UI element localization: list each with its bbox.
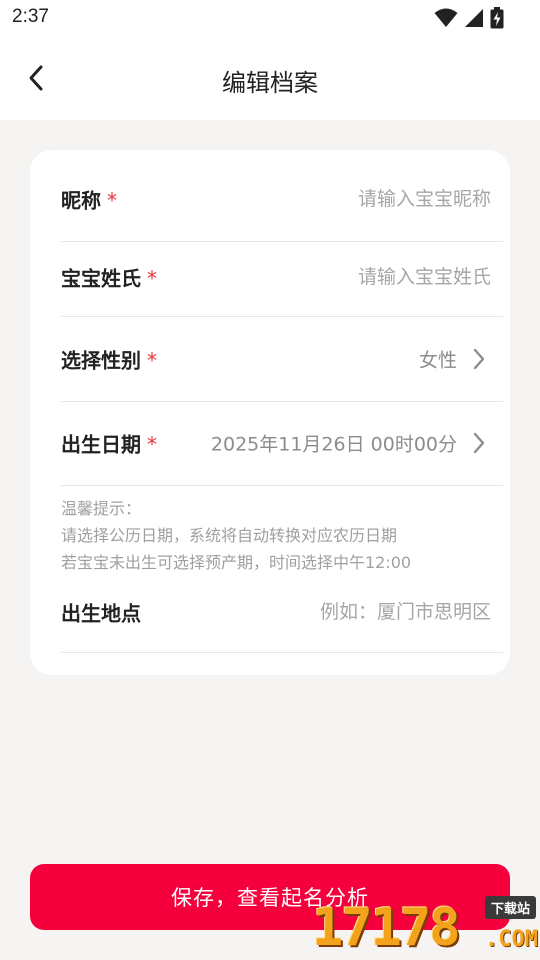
gender-label: 选择性别 * — [61, 348, 157, 373]
chevron-right-icon — [473, 348, 485, 370]
surname-row[interactable]: 宝宝姓氏 * — [61, 237, 503, 317]
required-mark: * — [147, 348, 157, 373]
surname-input[interactable] — [251, 265, 491, 288]
status-icons — [434, 7, 504, 29]
required-mark: * — [147, 432, 157, 457]
watermark-suffix: .COM — [485, 927, 538, 952]
surname-label: 宝宝姓氏 * — [61, 266, 157, 290]
birthplace-row[interactable]: 出生地点 — [61, 571, 503, 653]
birthplace-input[interactable] — [251, 600, 491, 623]
header: 编辑档案 — [0, 36, 540, 120]
required-mark: * — [147, 266, 157, 290]
tips-line: 请选择公历日期，系统将自动转换对应农历日期 — [61, 526, 398, 545]
site-watermark: 下载站 17178 .COM — [312, 896, 538, 956]
profile-form-card: 昵称* 宝宝姓氏* 选择性别* 女性 出生日期* 2025年11月26日 00时… — [30, 150, 510, 675]
tips-title: 温馨提示： — [61, 499, 142, 518]
gender-select-row[interactable]: 选择性别 * 女性 — [61, 317, 503, 402]
required-mark: * — [107, 188, 117, 213]
gender-value: 女性 — [418, 349, 457, 372]
wifi-icon — [434, 8, 458, 27]
signal-icon — [465, 9, 483, 27]
birthplace-label: 出生地点 — [61, 601, 141, 625]
birth-date-select-row[interactable]: 出生日期 * 2025年11月26日 00时00分 — [61, 401, 503, 486]
birth-date-label: 出生日期 * — [61, 432, 157, 457]
battery-charging-icon — [490, 7, 504, 29]
status-time: 2:37 — [12, 6, 49, 27]
birth-date-value: 2025年11月26日 00时00分 — [210, 433, 457, 456]
watermark-digits: 17178 — [312, 898, 461, 958]
nickname-row[interactable]: 昵称 * — [61, 157, 503, 242]
nickname-input[interactable] — [251, 188, 491, 210]
nickname-label: 昵称 * — [61, 188, 117, 213]
page-title: 编辑档案 — [222, 69, 318, 97]
watermark-badge: 下载站 — [484, 896, 536, 919]
chevron-right-icon — [473, 432, 485, 454]
status-bar: 2:37 — [0, 0, 540, 36]
tips-text: 温馨提示： 请选择公历日期，系统将自动转换对应农历日期 若宝宝未出生可选择预产期… — [61, 495, 501, 576]
